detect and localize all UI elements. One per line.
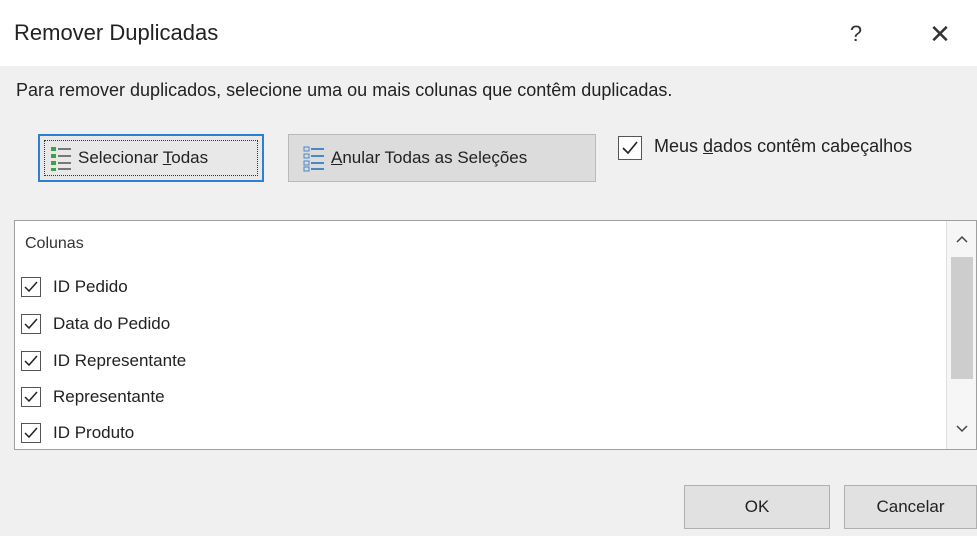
help-button[interactable]: ? xyxy=(836,14,876,54)
checkmark-icon xyxy=(24,391,38,403)
clear-all-selections-button[interactable]: Anular Todas as Seleções xyxy=(288,134,596,182)
select-all-button[interactable]: Selecionar Todas xyxy=(38,134,264,182)
instruction-text: Para remover duplicados, selecione uma o… xyxy=(16,80,673,100)
checkmark-icon xyxy=(24,318,38,330)
column-checkbox[interactable] xyxy=(21,387,41,407)
columns-header: Colunas xyxy=(25,235,84,252)
cancel-button[interactable]: Cancelar xyxy=(844,485,977,529)
column-item[interactable]: Data do Pedido xyxy=(21,310,170,338)
column-label: ID Pedido xyxy=(53,277,128,296)
scroll-thumb[interactable] xyxy=(951,257,973,379)
clear-all-label: Anular Todas as Seleções xyxy=(331,148,528,167)
checkmark-icon xyxy=(24,281,38,293)
checkmark-icon xyxy=(622,141,638,155)
column-label: ID Produto xyxy=(53,423,135,442)
select-all-label: Selecionar Todas xyxy=(78,148,209,167)
column-item[interactable]: ID Pedido xyxy=(21,273,128,301)
column-label: ID Representante xyxy=(53,351,187,370)
column-item[interactable]: ID Produto xyxy=(21,419,134,447)
list-clear-all-icon xyxy=(303,146,324,172)
close-button[interactable]: ✕ xyxy=(918,14,962,54)
chevron-down-icon[interactable] xyxy=(947,417,977,441)
title-bar: Remover Duplicadas ? ✕ xyxy=(0,0,977,66)
dialog-title: Remover Duplicadas xyxy=(14,20,219,45)
chevron-up-icon[interactable] xyxy=(947,227,977,251)
column-label: Data do Pedido xyxy=(53,314,171,333)
vertical-scrollbar[interactable] xyxy=(946,221,976,449)
columns-list[interactable]: Colunas ID Pedido Data do Pedido ID Repr… xyxy=(14,220,977,450)
checkmark-icon xyxy=(24,355,38,367)
column-label: Representante xyxy=(53,387,165,406)
headers-checkbox[interactable] xyxy=(618,136,642,160)
ok-button[interactable]: OK xyxy=(684,485,830,529)
checkmark-icon xyxy=(24,427,38,439)
column-checkbox[interactable] xyxy=(21,351,41,371)
column-checkbox[interactable] xyxy=(21,314,41,334)
column-item[interactable]: Representante xyxy=(21,383,165,411)
column-item[interactable]: ID Representante xyxy=(21,347,186,375)
column-checkbox[interactable] xyxy=(21,277,41,297)
column-checkbox[interactable] xyxy=(21,423,41,443)
headers-checkbox-label[interactable]: Meus dados contêm cabeçalhos xyxy=(654,136,912,157)
